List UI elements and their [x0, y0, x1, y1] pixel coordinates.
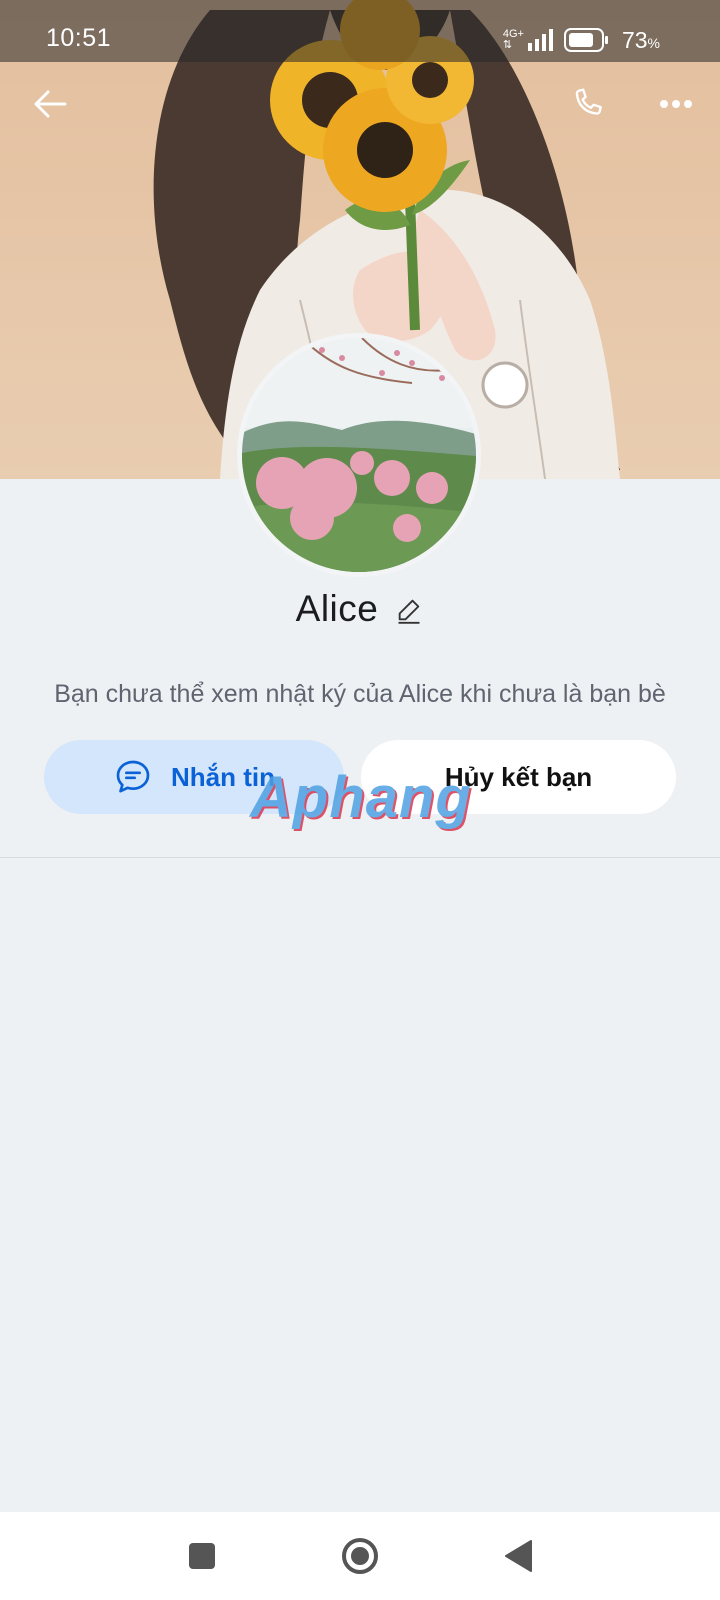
status-time: 10:51 [46, 24, 112, 52]
battery-percent-value: 73 [621, 26, 648, 53]
status-indicators: 4G+ ⇅ 73% [503, 25, 660, 55]
avatar-landscape-illustration [242, 338, 476, 572]
profile-name: Alice [295, 588, 379, 629]
more-button[interactable] [650, 78, 702, 130]
system-nav-bar [0, 1512, 720, 1600]
signal-icon [527, 29, 553, 51]
privacy-notice: Bạn chưa thể xem nhật ký của Alice khi c… [54, 680, 666, 708]
unfriend-button-label: Hủy kết bạn [444, 761, 593, 792]
battery-icon [563, 28, 608, 52]
message-button-label: Nhắn tin [171, 761, 275, 792]
edit-name-button[interactable] [394, 595, 424, 625]
recents-button[interactable] [178, 1532, 226, 1580]
triangle-back-icon [505, 1540, 532, 1572]
phone-icon [575, 88, 602, 115]
square-icon [189, 1543, 215, 1569]
network-type: 4G+ ⇅ [503, 29, 524, 51]
back-button[interactable] [24, 78, 76, 130]
avatar[interactable] [237, 333, 481, 577]
network-arrows: ⇅ [502, 39, 513, 51]
more-horizontal-icon [660, 100, 692, 108]
unfriend-button[interactable]: Hủy kết bạn [361, 740, 676, 814]
battery-percent-unit: % [647, 34, 660, 51]
arrow-left-icon [34, 90, 67, 118]
battery-percent: 73% [622, 27, 660, 54]
chat-bubble-icon [116, 760, 150, 793]
circle-icon [342, 1538, 378, 1574]
avatar-image [242, 338, 476, 572]
home-button[interactable] [336, 1532, 384, 1580]
divider [0, 857, 720, 858]
message-button[interactable]: Nhắn tin [44, 740, 344, 814]
status-bar: 10:51 4G+ ⇅ 73% [0, 0, 720, 62]
pencil-icon [398, 599, 420, 624]
back-nav-button[interactable] [494, 1532, 542, 1580]
profile-name-row: Alice [0, 588, 720, 630]
call-button[interactable] [562, 78, 614, 130]
